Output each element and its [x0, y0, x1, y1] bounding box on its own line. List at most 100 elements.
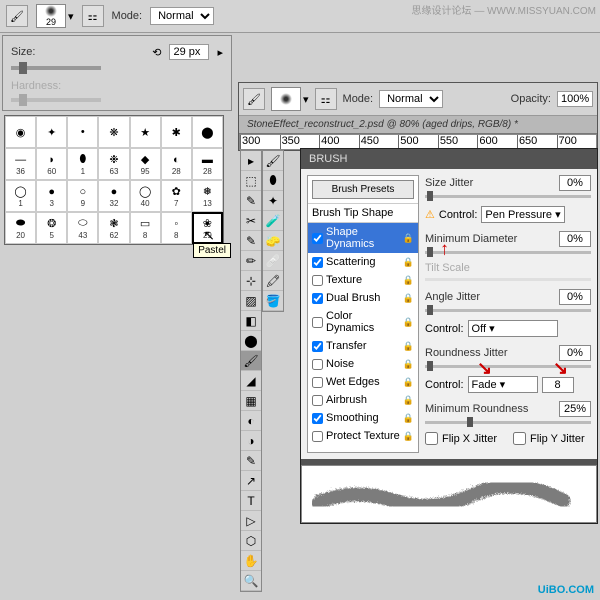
- brush-preset-cell[interactable]: ❀29Pastel↖: [192, 212, 223, 244]
- brush-preset-cell[interactable]: ❃62: [98, 212, 129, 244]
- option-checkbox[interactable]: [312, 413, 323, 424]
- brush-preset-cell[interactable]: ◗60: [36, 148, 67, 180]
- brush-option-item[interactable]: Wet Edges🔒: [308, 373, 418, 391]
- brush-option-item[interactable]: Texture🔒: [308, 271, 418, 289]
- tool-button[interactable]: 🔍: [241, 571, 261, 591]
- brush-presets-button[interactable]: Brush Presets: [312, 180, 414, 199]
- brush-preset-cell[interactable]: ●32: [98, 180, 129, 212]
- brush-preset-cell[interactable]: ▭8: [130, 212, 161, 244]
- reset-icon[interactable]: ⟲: [152, 46, 161, 59]
- brush-option-item[interactable]: Shape Dynamics🔒: [308, 223, 418, 253]
- brush-preset-picker[interactable]: ▾: [271, 87, 309, 111]
- brush-preset-cell[interactable]: ◯1: [5, 180, 36, 212]
- tool-button[interactable]: 🩹: [263, 251, 283, 271]
- tool-button[interactable]: ⬚: [241, 171, 261, 191]
- tool-button[interactable]: ✦: [263, 191, 283, 211]
- mode-select[interactable]: Normal: [150, 7, 214, 25]
- brush-option-item[interactable]: Color Dynamics🔒: [308, 307, 418, 337]
- tool-button[interactable]: ⬡: [241, 531, 261, 551]
- brush-preset-cell[interactable]: ●3: [36, 180, 67, 212]
- angle-jitter-value[interactable]: 0%: [559, 289, 591, 305]
- size-jitter-slider[interactable]: [425, 195, 591, 198]
- brush-preset-cell[interactable]: ◉: [5, 116, 36, 148]
- size-jitter-value[interactable]: 0%: [559, 175, 591, 191]
- brush-preset-cell[interactable]: ◐28: [161, 148, 192, 180]
- option-checkbox[interactable]: [312, 359, 323, 370]
- brush-preset-cell[interactable]: ✱: [161, 116, 192, 148]
- brush-tip-shape-item[interactable]: Brush Tip Shape: [308, 203, 418, 223]
- brush-tab[interactable]: BRUSH: [301, 149, 356, 169]
- tool-button[interactable]: ✎: [241, 191, 261, 211]
- brush-preset-picker[interactable]: 29 ▾: [36, 4, 74, 28]
- option-checkbox[interactable]: [312, 275, 323, 286]
- brush-panel-toggle-icon[interactable]: ⚏: [82, 5, 104, 27]
- brush-option-item[interactable]: Airbrush🔒: [308, 391, 418, 409]
- brush-preset-cell[interactable]: —36: [5, 148, 36, 180]
- brush-preset-cell[interactable]: ⬬20: [5, 212, 36, 244]
- brush-preset-cell[interactable]: ◆95: [130, 148, 161, 180]
- brush-preset-cell[interactable]: ❋: [98, 116, 129, 148]
- tool-button[interactable]: ◧: [241, 311, 261, 331]
- control-select-2[interactable]: Off ▾: [468, 320, 558, 337]
- option-checkbox[interactable]: [312, 317, 323, 328]
- brush-preset-cell[interactable]: ◯40: [130, 180, 161, 212]
- brush-preset-cell[interactable]: ❉63: [98, 148, 129, 180]
- brush-option-item[interactable]: Protect Texture🔒: [308, 427, 418, 445]
- min-diameter-slider[interactable]: [425, 251, 591, 254]
- brush-preset-cell[interactable]: •: [67, 116, 98, 148]
- tool-button[interactable]: 🧪: [263, 211, 283, 231]
- tool-button[interactable]: 🖌: [263, 151, 283, 171]
- angle-jitter-slider[interactable]: [425, 309, 591, 312]
- tool-button[interactable]: T: [241, 491, 261, 511]
- brush-preset-cell[interactable]: ❅13: [192, 180, 223, 212]
- mode-select-2[interactable]: Normal: [379, 90, 443, 108]
- option-checkbox[interactable]: [312, 341, 323, 352]
- brush-panel-icon[interactable]: ⚏: [315, 88, 337, 110]
- option-checkbox[interactable]: [312, 293, 323, 304]
- tool-button[interactable]: ◐: [241, 411, 261, 431]
- option-checkbox[interactable]: [312, 257, 323, 268]
- tool-button[interactable]: ✋: [241, 551, 261, 571]
- document-tab[interactable]: StoneEffect_reconstruct_2.psd @ 80% (age…: [239, 116, 597, 134]
- brush-preset-cell[interactable]: ◦8: [161, 212, 192, 244]
- brush-preset-cell[interactable]: ⬤: [192, 116, 223, 148]
- control-select-1[interactable]: Pen Pressure ▾: [481, 206, 564, 223]
- brush-option-item[interactable]: Dual Brush🔒: [308, 289, 418, 307]
- min-roundness-slider[interactable]: [425, 421, 591, 424]
- tool-button[interactable]: ▨: [241, 291, 261, 311]
- option-checkbox[interactable]: [312, 431, 323, 442]
- brush-preset-cell[interactable]: ★: [130, 116, 161, 148]
- tool-button[interactable]: 🖍: [263, 271, 283, 291]
- option-checkbox[interactable]: [312, 395, 323, 406]
- tool-button[interactable]: ◢: [241, 371, 261, 391]
- brush-option-item[interactable]: Noise🔒: [308, 355, 418, 373]
- tool-button[interactable]: ⬮: [263, 171, 283, 191]
- size-slider[interactable]: [11, 66, 101, 70]
- tool-button[interactable]: ⊹: [241, 271, 261, 291]
- tool-button[interactable]: ✂: [241, 211, 261, 231]
- brush-preset-cell[interactable]: ⬮1: [67, 148, 98, 180]
- brush-preset-cell[interactable]: ▬28: [192, 148, 223, 180]
- tool-button[interactable]: ✎: [241, 231, 261, 251]
- option-checkbox[interactable]: [312, 233, 323, 244]
- tool-button[interactable]: ▦: [241, 391, 261, 411]
- brush-tool-icon[interactable]: 🖌: [6, 5, 28, 27]
- brush-tool-icon[interactable]: 🖌: [243, 88, 265, 110]
- tool-button[interactable]: ✏: [241, 251, 261, 271]
- tool-button[interactable]: ▷: [241, 511, 261, 531]
- brush-option-item[interactable]: Scattering🔒: [308, 253, 418, 271]
- flip-x-checkbox[interactable]: [425, 432, 438, 445]
- tool-button[interactable]: 🪣: [263, 291, 283, 311]
- brush-preset-cell[interactable]: ✿7: [161, 180, 192, 212]
- option-checkbox[interactable]: [312, 377, 323, 388]
- play-icon[interactable]: ▸: [217, 46, 223, 59]
- tool-button[interactable]: ✎: [241, 451, 261, 471]
- size-input[interactable]: [169, 44, 209, 60]
- tool-button[interactable]: 🧽: [263, 231, 283, 251]
- brush-preset-cell[interactable]: ⬭43: [67, 212, 98, 244]
- tool-button[interactable]: 🖌: [241, 351, 261, 371]
- tool-button[interactable]: ▸: [241, 151, 261, 171]
- hardness-slider[interactable]: [11, 98, 101, 102]
- tool-button[interactable]: ⬤: [241, 331, 261, 351]
- brush-preset-cell[interactable]: ❂5: [36, 212, 67, 244]
